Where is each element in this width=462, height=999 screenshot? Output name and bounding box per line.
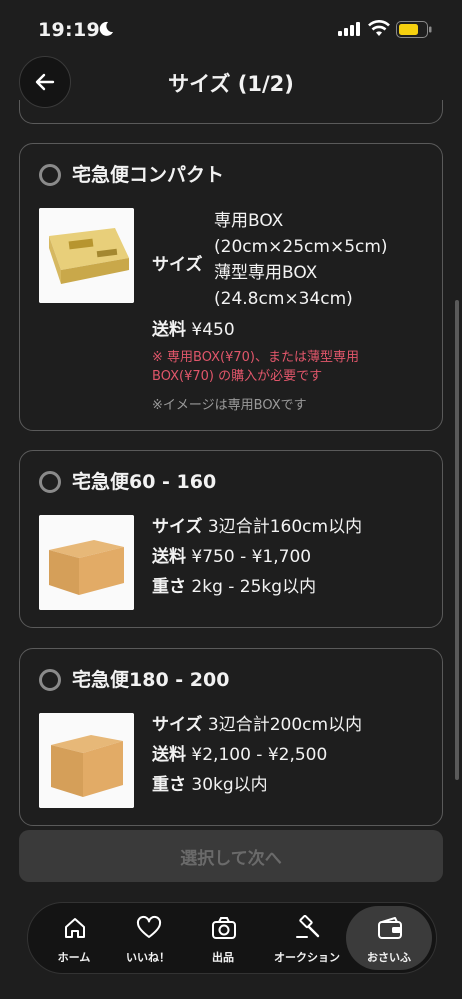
heart-icon	[136, 915, 162, 938]
fee-label: 送料	[152, 745, 186, 765]
fee-value: ¥750 - ¥1,700	[191, 547, 312, 567]
tab-label: 出品	[212, 951, 234, 964]
size-value: 3辺合計200cm以内	[207, 715, 363, 735]
required-box-note: ※ 専用BOX(¥70)、または薄型専用 BOX(¥70) の購入が必要です	[152, 348, 359, 386]
tab-likes[interactable]: いいね！	[110, 903, 186, 973]
weight-label: 重さ	[152, 577, 186, 597]
radio-button[interactable]	[39, 669, 61, 691]
weight-row: 重さ 30kg以内	[152, 773, 268, 797]
tab-label: オークション	[274, 951, 340, 964]
tab-bar: ホーム いいね！ 出品 オークション おさいふ	[27, 902, 437, 974]
size-label: サイズ	[152, 517, 203, 537]
size-row: サイズ 3辺合計160cm以内	[152, 515, 362, 539]
tab-wallet[interactable]: おさいふ	[346, 906, 432, 970]
shipping-option-180-200[interactable]: 宅急便180 - 200 サイズ 3辺合計200cm以内 送料 ¥2,100 -…	[19, 648, 443, 826]
size-details: 専用BOX (20cm×25cm×5cm) 薄型専用BOX (24.8cm×34…	[214, 208, 388, 312]
size-value: 3辺合計160cm以内	[207, 517, 363, 537]
size-line: 専用BOX	[214, 211, 284, 231]
shipping-option-60-160[interactable]: 宅急便60 - 160 サイズ 3辺合計160cm以内 送料 ¥750 - ¥1…	[19, 450, 443, 628]
size-line: (20cm×25cm×5cm)	[214, 237, 388, 257]
size-label: サイズ	[152, 715, 203, 735]
camera-icon	[212, 917, 236, 939]
size-line: 薄型専用BOX	[214, 263, 318, 283]
fee-row: 送料 ¥750 - ¥1,700	[152, 545, 311, 569]
cardboard-box-image	[39, 713, 134, 808]
gavel-icon	[296, 915, 320, 938]
tab-sell[interactable]: 出品	[185, 903, 261, 973]
moon-icon	[99, 21, 113, 36]
tab-label: ホーム	[57, 951, 91, 964]
weight-label: 重さ	[152, 775, 186, 795]
tab-home[interactable]: ホーム	[36, 903, 112, 973]
weight-row: 重さ 2kg - 25kg以内	[152, 575, 316, 599]
size-label: サイズ	[152, 255, 203, 275]
shipping-option-compact[interactable]: 宅急便コンパクト サイズ 専用BOX (20cm×25cm×5cm) 薄型専用B…	[19, 143, 443, 431]
weight-value: 2kg - 25kg以内	[191, 577, 317, 597]
wifi-icon	[368, 20, 390, 36]
fee-value: ¥450	[191, 320, 235, 340]
previous-option-card[interactable]	[19, 100, 443, 124]
status-bar: 19:19	[0, 0, 462, 56]
next-button[interactable]: 選択して次へ	[19, 830, 443, 882]
scrollbar[interactable]	[455, 300, 459, 780]
note-line: BOX(¥70) の購入が必要です	[152, 369, 323, 384]
option-title: 宅急便60 - 160	[72, 471, 217, 493]
size-row: サイズ 3辺合計200cm以内	[152, 713, 362, 737]
option-title: 宅急便180 - 200	[72, 669, 230, 691]
tab-auction[interactable]: オークション	[264, 903, 350, 973]
fee-label: 送料	[152, 320, 186, 340]
fee-row: 送料 ¥450	[152, 318, 235, 342]
weight-value: 30kg以内	[191, 775, 268, 795]
image-note: ※イメージは専用BOXです	[152, 398, 307, 413]
radio-button[interactable]	[39, 471, 61, 493]
page-title: サイズ (1/2)	[168, 72, 294, 96]
tab-label: おさいふ	[367, 951, 411, 964]
note-line: ※ 専用BOX(¥70)、または薄型専用	[152, 350, 359, 365]
fee-label: 送料	[152, 547, 186, 567]
tab-label: いいね！	[126, 951, 170, 964]
radio-button[interactable]	[39, 164, 61, 186]
option-title: 宅急便コンパクト	[72, 164, 225, 186]
status-time: 19:19	[38, 19, 100, 41]
size-line: (24.8cm×34cm)	[214, 289, 353, 309]
wallet-icon	[378, 917, 402, 939]
fee-row: 送料 ¥2,100 - ¥2,500	[152, 743, 327, 767]
cardboard-box-image	[39, 515, 134, 610]
signal-icon	[338, 22, 360, 36]
home-icon	[65, 918, 85, 938]
battery-icon	[396, 21, 432, 38]
fee-value: ¥2,100 - ¥2,500	[191, 745, 328, 765]
